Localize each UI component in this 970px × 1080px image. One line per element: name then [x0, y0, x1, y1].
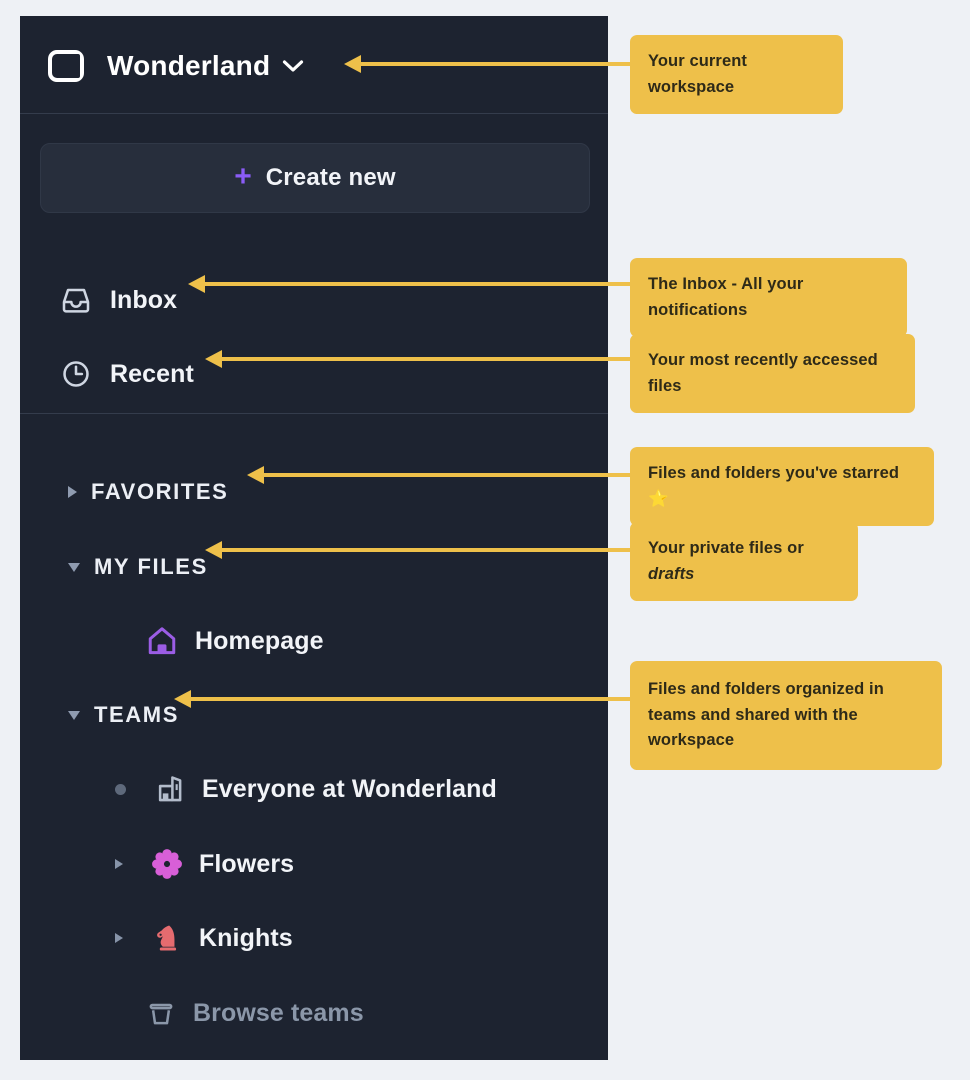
triangle-right-icon[interactable] — [115, 933, 123, 943]
section-label: FAVORITES — [91, 479, 229, 504]
callout-arrow-my-files — [205, 541, 632, 559]
callout-arrow-workspace — [344, 55, 632, 73]
triangle-right-icon[interactable] — [115, 859, 123, 869]
callout-arrow-favorites — [247, 466, 632, 484]
sidebar-item-label: Recent — [110, 359, 194, 388]
callout-my-files-text: Your private files or — [648, 539, 804, 557]
callout-recent: Your most recently accessed files — [630, 334, 915, 414]
tree-item-label: Knights — [199, 923, 293, 952]
sidebar-section-teams[interactable]: TEAMS — [68, 698, 179, 732]
sidebar-panel: Wonderland + Create new Inbox Recent FAV… — [20, 16, 608, 1060]
home-icon — [145, 624, 179, 658]
triangle-down-icon[interactable] — [68, 562, 80, 572]
callout-my-files-emphasis: drafts — [648, 564, 695, 583]
callout-favorites: Files and folders you've starred ⭐ — [630, 447, 934, 527]
sidebar-item-inbox[interactable]: Inbox — [60, 280, 177, 320]
sidebar-section-favorites[interactable]: FAVORITES — [68, 475, 228, 509]
bullet-dot-icon — [115, 783, 126, 795]
clock-icon — [60, 358, 92, 390]
triangle-down-icon[interactable] — [68, 710, 80, 720]
callout-favorites-text: Files and folders you've starred — [648, 464, 900, 482]
panel-layout-icon — [48, 50, 84, 82]
triangle-right-icon[interactable] — [68, 486, 77, 498]
flower-icon — [151, 848, 183, 880]
star-icon: ⭐ — [648, 489, 669, 508]
section-label: TEAMS — [94, 702, 179, 727]
sidebar-section-my-files[interactable]: MY FILES — [68, 550, 208, 584]
building-icon — [154, 773, 186, 805]
create-new-label: Create new — [265, 164, 396, 191]
tree-item-flowers[interactable]: Flowers — [115, 844, 294, 884]
tree-item-label: Browse teams — [193, 998, 364, 1027]
tree-item-label: Homepage — [195, 626, 324, 655]
sidebar-item-label: Inbox — [110, 285, 178, 314]
callout-arrow-inbox — [188, 275, 632, 293]
nav-divider — [20, 413, 608, 414]
tree-item-label: Everyone at Wonderland — [202, 774, 497, 803]
create-new-button[interactable]: + Create new — [40, 143, 590, 213]
inbox-icon — [60, 284, 92, 316]
section-label: MY FILES — [94, 554, 208, 579]
callout-arrow-teams — [174, 690, 632, 708]
basket-icon — [145, 997, 177, 1029]
callout-teams: Files and folders organized in teams and… — [630, 661, 942, 770]
callout-arrow-recent — [205, 350, 632, 368]
workspace-name: Wonderland — [107, 50, 271, 81]
plus-icon: + — [234, 160, 252, 193]
header-divider — [20, 113, 608, 114]
tree-item-knights[interactable]: Knights — [115, 918, 293, 958]
chevron-down-icon[interactable] — [282, 59, 304, 73]
tree-item-everyone-at-wonderland[interactable]: Everyone at Wonderland — [115, 769, 497, 809]
chess-knight-icon — [151, 922, 183, 954]
callout-workspace: Your current workspace — [630, 35, 843, 115]
tree-item-browse-teams[interactable]: Browse teams — [145, 993, 364, 1033]
sidebar-item-recent[interactable]: Recent — [60, 354, 194, 394]
tree-item-label: Flowers — [199, 849, 295, 878]
workspace-switcher[interactable]: Wonderland — [48, 44, 304, 88]
callout-inbox: The Inbox - All your notifications — [630, 258, 907, 338]
tree-item-homepage[interactable]: Homepage — [145, 621, 324, 661]
callout-my-files: Your private files or drafts — [630, 522, 858, 602]
